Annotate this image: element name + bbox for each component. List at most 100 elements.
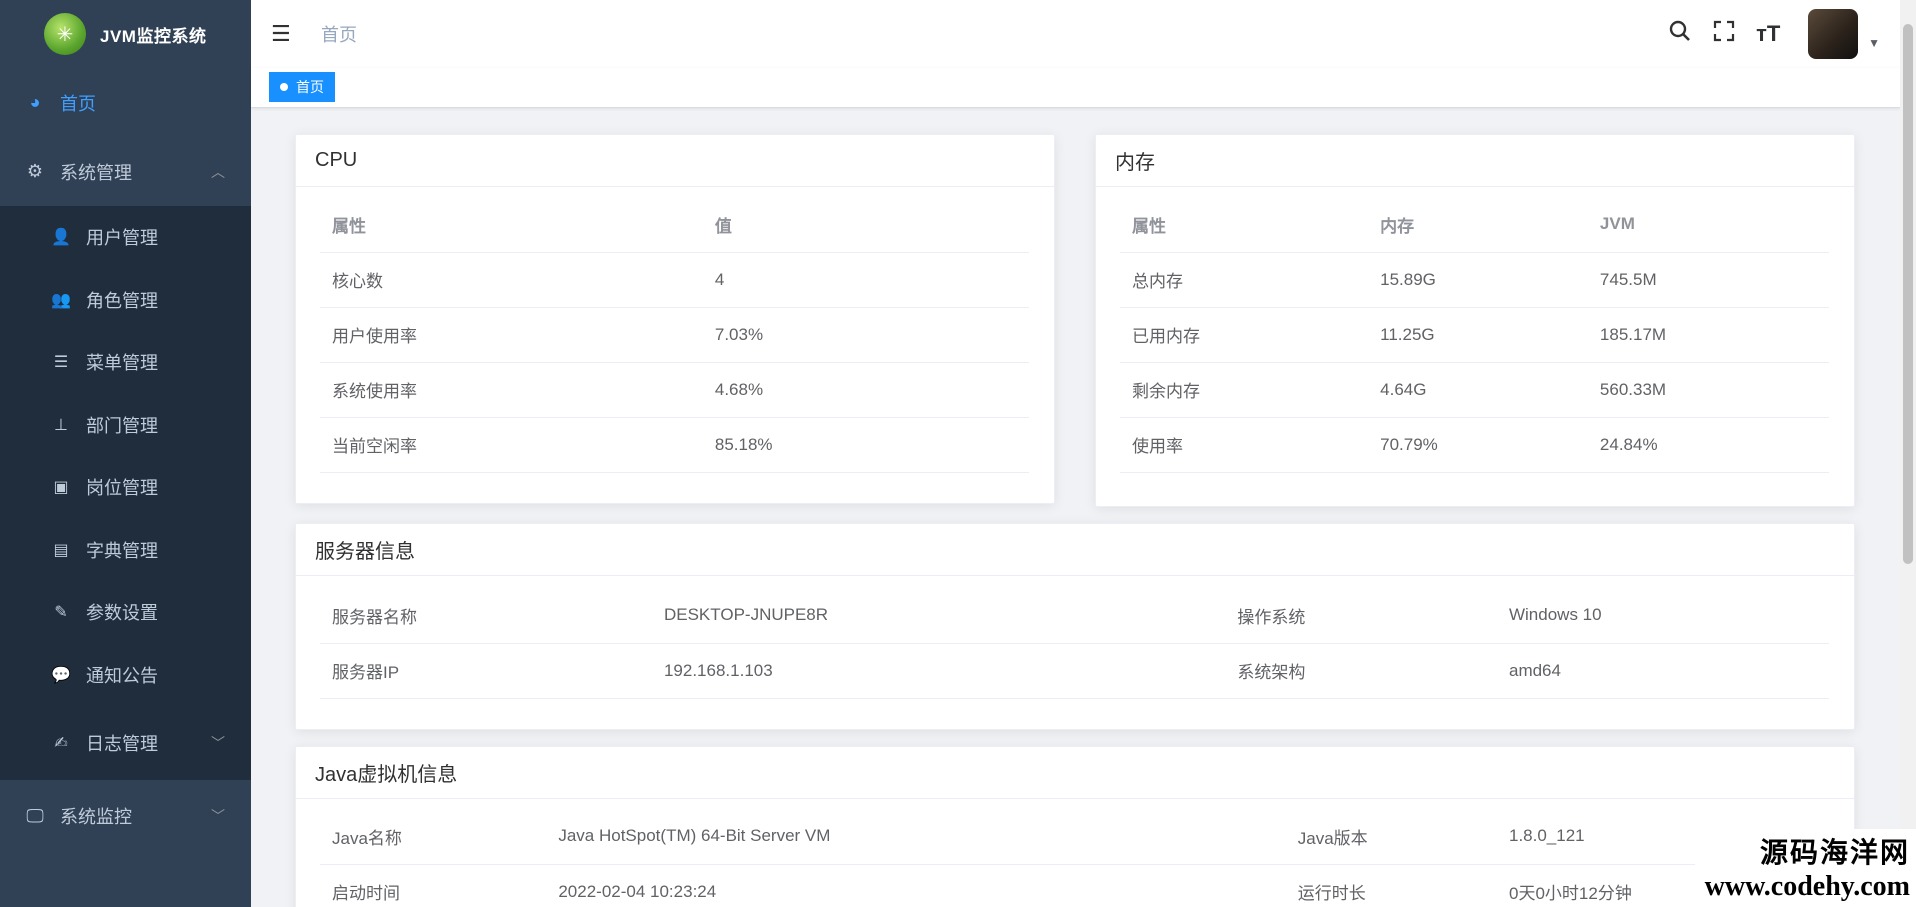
table-row: 总内存 15.89G 745.5M — [1120, 252, 1829, 308]
message-icon: 💬 — [51, 666, 71, 684]
cell: 总内存 — [1120, 252, 1369, 308]
tree-table-icon: ☰ — [53, 354, 69, 372]
table-row: 已用内存 11.25G 185.17M — [1120, 307, 1829, 363]
jvm-info-card: Java虚拟机信息 Java名称 Java HotSpot(TM) 64-Bit… — [295, 746, 1855, 907]
cell: 已用内存 — [1120, 307, 1369, 363]
log-icon: ✍ — [54, 735, 68, 752]
cpu-card: CPU 属性 值 核心数 4 用户使用率 7.03% 系统使用率 4.68% 当… — [295, 134, 1055, 504]
card-title: Java虚拟机信息 — [296, 747, 1854, 799]
table-row: 剩余内存 4.64G 560.33M — [1120, 362, 1829, 418]
sidebar-item-role-management[interactable]: 👥 角色管理 — [0, 269, 251, 332]
cell: 4 — [702, 252, 1029, 308]
watermark-line2: www.codehy.com — [1704, 871, 1910, 902]
sidebar-item-label: 通知公告 — [86, 665, 158, 686]
card-title: CPU — [296, 135, 1054, 187]
card-title: 内存 — [1096, 135, 1854, 187]
cell: 操作系统 — [1225, 588, 1497, 644]
breadcrumb[interactable]: 首页 — [321, 21, 357, 47]
sidebar-item-label: 首页 — [60, 93, 96, 114]
cell: 系统使用率 — [320, 362, 703, 418]
logo-icon: ✳ — [44, 13, 86, 55]
avatar[interactable] — [1808, 9, 1859, 59]
server-info-card: 服务器信息 服务器名称 DESKTOP-JNUPE8R 操作系统 Windows… — [295, 523, 1855, 730]
cell: 745.5M — [1587, 252, 1829, 308]
sidebar-item-label: 参数设置 — [86, 603, 158, 624]
table-row: 系统使用率 4.68% — [320, 362, 1029, 418]
column-header: 属性 — [1120, 197, 1369, 253]
jvm-table: Java名称 Java HotSpot(TM) 64-Bit Server VM… — [320, 809, 1829, 907]
sidebar-item-system-monitor[interactable]: 🖵 系统监控 ﹀ — [0, 780, 251, 852]
cell: 192.168.1.103 — [651, 643, 1226, 699]
column-header: JVM — [1587, 197, 1829, 253]
cell: 85.18% — [702, 417, 1029, 473]
dict-icon: ▤ — [53, 541, 69, 559]
sidebar-item-post-management[interactable]: ▣ 岗位管理 — [0, 456, 251, 519]
chevron-down-icon: ﹀ — [211, 808, 225, 824]
sidebar-item-home[interactable]: ◕ 首页 — [0, 68, 251, 137]
memory-table: 属性 内存 JVM 总内存 15.89G 745.5M 已用内存 11.25G … — [1120, 197, 1829, 473]
cell: 2022-02-04 10:23:24 — [546, 864, 1286, 907]
cell: 当前空闲率 — [320, 417, 703, 473]
sidebar-item-config-settings[interactable]: ✎ 参数设置 — [0, 581, 251, 644]
brand: ✳ JVM监控系统 — [0, 0, 251, 68]
cell: 启动时间 — [320, 864, 547, 907]
tag-dot-icon — [280, 83, 288, 91]
sidebar-item-user-management[interactable]: 👤 用户管理 — [0, 206, 251, 269]
fullscreen-icon[interactable] — [1712, 20, 1736, 48]
font-size-icon[interactable]: ᴛT — [1756, 21, 1780, 47]
sidebar-item-log-management[interactable]: ✍ 日志管理 ﹀ — [0, 706, 251, 780]
hamburger-icon[interactable]: ☰ — [271, 21, 295, 47]
card-title: 服务器信息 — [296, 524, 1854, 576]
sidebar-item-dept-management[interactable]: ⊥ 部门管理 — [0, 394, 251, 457]
table-row: 服务器名称 DESKTOP-JNUPE8R 操作系统 Windows 10 — [320, 588, 1829, 644]
chevron-down-icon: ﹀ — [211, 735, 225, 751]
chevron-up-icon: ︿ — [211, 163, 225, 180]
column-header: 值 — [702, 197, 1029, 253]
sidebar-item-dict-management[interactable]: ▤ 字典管理 — [0, 519, 251, 582]
column-header: 内存 — [1368, 197, 1588, 253]
tags-view: 首页 — [251, 68, 1900, 108]
table-header-row: 属性 内存 JVM — [1120, 197, 1829, 253]
dashboard-icon: ◕ — [29, 92, 41, 112]
cell: 185.17M — [1587, 307, 1829, 363]
sidebar-item-label: 用户管理 — [86, 228, 158, 249]
server-table: 服务器名称 DESKTOP-JNUPE8R 操作系统 Windows 10 服务… — [320, 588, 1829, 699]
cell: amd64 — [1496, 643, 1829, 699]
cell: 15.89G — [1368, 252, 1588, 308]
scrollbar-thumb[interactable] — [1903, 24, 1913, 564]
cell: Java版本 — [1285, 809, 1497, 865]
peoples-icon: 👥 — [51, 291, 71, 309]
right-menu: ᴛT ▼ — [1668, 0, 1900, 68]
navbar: ☰ 首页 ᴛT ▼ — [251, 0, 1900, 68]
cell: 用户使用率 — [320, 307, 703, 363]
table-header-row: 属性 值 — [320, 197, 1029, 253]
monitor-icon: 🖵 — [26, 805, 44, 826]
table-row: 服务器IP 192.168.1.103 系统架构 amd64 — [320, 643, 1829, 699]
cell: 服务器IP — [320, 643, 652, 699]
user-icon: 👤 — [51, 229, 71, 247]
table-row: Java名称 Java HotSpot(TM) 64-Bit Server VM… — [320, 809, 1829, 865]
table-row: 使用率 70.79% 24.84% — [1120, 417, 1829, 473]
cell: 使用率 — [1120, 417, 1369, 473]
sidebar-item-label: 部门管理 — [86, 415, 158, 436]
sidebar-item-label: 日志管理 — [86, 734, 158, 754]
gear-icon: ⚙ — [26, 161, 44, 181]
column-header: 属性 — [320, 197, 703, 253]
cell: 运行时长 — [1285, 864, 1497, 907]
tag-home[interactable]: 首页 — [269, 72, 335, 102]
watermark: 源码海洋网 www.codehy.com — [1694, 829, 1916, 907]
vertical-scrollbar[interactable] — [1900, 0, 1916, 907]
cell: DESKTOP-JNUPE8R — [651, 588, 1226, 644]
caret-down-icon[interactable]: ▼ — [1868, 36, 1880, 50]
sidebar: ✳ JVM监控系统 ◕ 首页 ⚙ 系统管理 ︿ 👤 用户管理 👥 角色管理 ☰ … — [0, 0, 251, 907]
cell: 服务器名称 — [320, 588, 652, 644]
sidebar-item-notice[interactable]: 💬 通知公告 — [0, 644, 251, 707]
table-row: 启动时间 2022-02-04 10:23:24 运行时长 0天0小时12分钟 — [320, 864, 1829, 907]
cell: 系统架构 — [1225, 643, 1497, 699]
search-icon[interactable] — [1668, 20, 1692, 48]
cell: Windows 10 — [1496, 588, 1829, 644]
sidebar-item-menu-management[interactable]: ☰ 菜单管理 — [0, 331, 251, 394]
edit-icon: ✎ — [54, 604, 68, 622]
sidebar-item-system-management[interactable]: ⚙ 系统管理 ︿ — [0, 137, 251, 206]
tree-icon: ⊥ — [54, 416, 68, 434]
